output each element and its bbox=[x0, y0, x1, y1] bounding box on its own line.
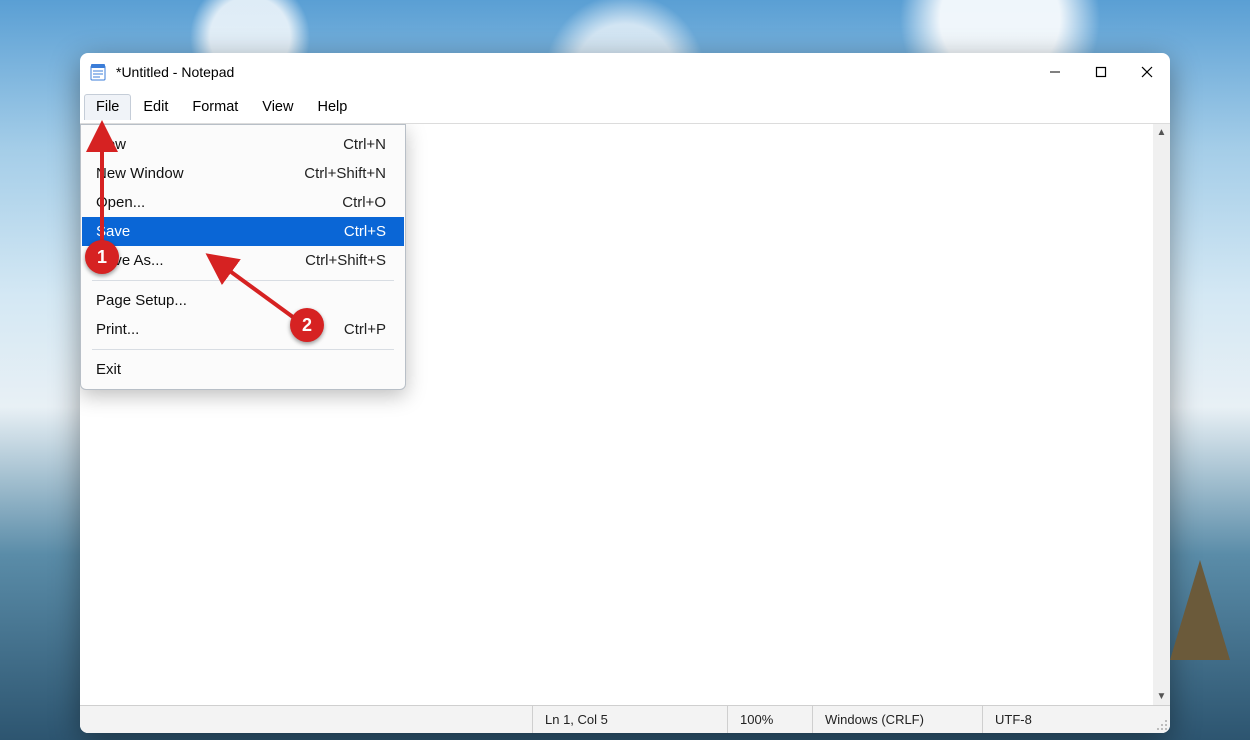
menu-item-shortcut: Ctrl+Shift+S bbox=[305, 252, 386, 269]
vertical-scrollbar[interactable]: ▲ ▼ bbox=[1153, 124, 1170, 705]
menu-separator bbox=[92, 280, 394, 281]
menu-item-shortcut: Ctrl+Shift+N bbox=[304, 165, 386, 182]
menu-edit[interactable]: Edit bbox=[131, 94, 180, 120]
resize-grip-icon[interactable] bbox=[1152, 706, 1170, 733]
menu-item-label: New Window bbox=[96, 165, 184, 182]
window-controls bbox=[1032, 53, 1170, 91]
menu-file[interactable]: File bbox=[84, 94, 131, 120]
menu-item-label: Save bbox=[96, 223, 130, 240]
menu-item-label: Exit bbox=[96, 361, 121, 378]
menu-item-label: Page Setup... bbox=[96, 292, 187, 309]
menu-item-open[interactable]: Open... Ctrl+O bbox=[82, 188, 404, 217]
file-menu-dropdown: New Ctrl+N New Window Ctrl+Shift+N Open.… bbox=[80, 124, 406, 390]
menu-item-shortcut: Ctrl+O bbox=[342, 194, 386, 211]
menu-item-print[interactable]: Print... Ctrl+P bbox=[82, 315, 404, 344]
menu-item-save-as[interactable]: Save As... Ctrl+Shift+S bbox=[82, 246, 404, 275]
window-title: *Untitled - Notepad bbox=[116, 64, 234, 80]
menu-item-exit[interactable]: Exit bbox=[82, 355, 404, 384]
menu-item-save[interactable]: Save Ctrl+S bbox=[82, 217, 404, 246]
minimize-button[interactable] bbox=[1032, 53, 1078, 91]
menu-separator bbox=[92, 349, 394, 350]
menu-item-page-setup[interactable]: Page Setup... bbox=[82, 286, 404, 315]
menu-item-label: Print... bbox=[96, 321, 139, 338]
menu-item-shortcut: Ctrl+P bbox=[344, 321, 386, 338]
annotation-badge-1: 1 bbox=[85, 240, 119, 274]
text-area[interactable]: New Ctrl+N New Window Ctrl+Shift+N Open.… bbox=[80, 123, 1170, 705]
menu-item-new[interactable]: New Ctrl+N bbox=[82, 130, 404, 159]
menu-view[interactable]: View bbox=[250, 94, 305, 120]
titlebar: *Untitled - Notepad bbox=[80, 53, 1170, 91]
menu-item-new-window[interactable]: New Window Ctrl+Shift+N bbox=[82, 159, 404, 188]
status-zoom: 100% bbox=[727, 706, 812, 733]
status-cursor-position: Ln 1, Col 5 bbox=[532, 706, 727, 733]
menu-help[interactable]: Help bbox=[305, 94, 359, 120]
annotation-badge-2: 2 bbox=[290, 308, 324, 342]
close-button[interactable] bbox=[1124, 53, 1170, 91]
status-encoding: UTF-8 bbox=[982, 706, 1152, 733]
scroll-up-icon[interactable]: ▲ bbox=[1153, 124, 1170, 141]
menu-item-label: New bbox=[96, 136, 126, 153]
notepad-window: *Untitled - Notepad File Edit Format Vie… bbox=[80, 53, 1170, 733]
statusbar: Ln 1, Col 5 100% Windows (CRLF) UTF-8 bbox=[80, 705, 1170, 733]
notepad-app-icon bbox=[90, 63, 106, 81]
menu-item-shortcut: Ctrl+N bbox=[343, 136, 386, 153]
menu-item-label: Open... bbox=[96, 194, 145, 211]
maximize-button[interactable] bbox=[1078, 53, 1124, 91]
menubar: File Edit Format View Help bbox=[80, 91, 1170, 123]
scroll-down-icon[interactable]: ▼ bbox=[1153, 688, 1170, 705]
menu-format[interactable]: Format bbox=[180, 94, 250, 120]
status-line-ending: Windows (CRLF) bbox=[812, 706, 982, 733]
menu-item-shortcut: Ctrl+S bbox=[344, 223, 386, 240]
